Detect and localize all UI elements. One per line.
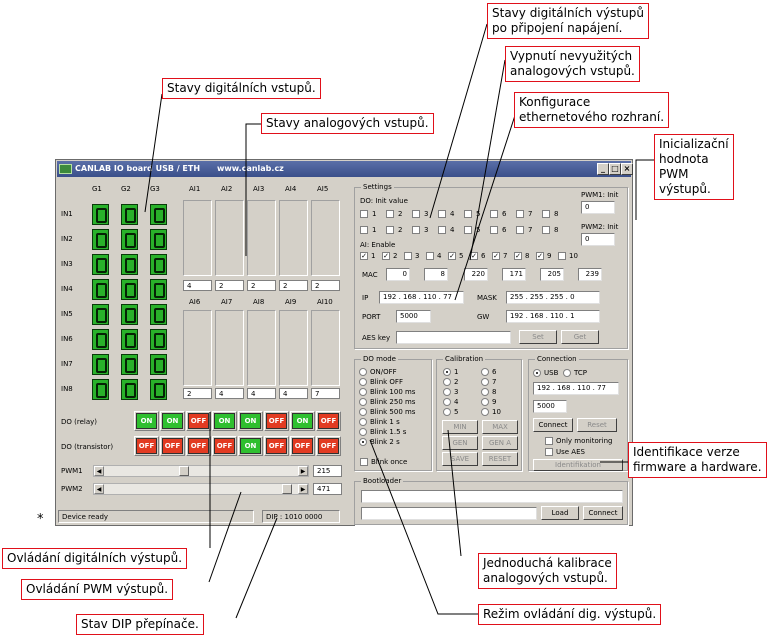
callout-init-pwm: Inicializační hodnota PWM výstupů. [654,134,734,200]
callout-analog-text: Stavy analogových vstupů. [266,116,429,130]
callout-dig-in: Stavy digitálních vstupů. [162,78,321,99]
callout-rezim-text: Režim ovládání dig. výstupů. [483,607,657,621]
callout-dig-init-text: Stavy digitálních výstupů po připojení n… [492,6,644,35]
callout-dig-out-text: Ovládání digitálních výstupů. [7,551,183,565]
line-eth [454,99,521,301]
callout-analog-off-text: Vypnutí nevyužitých analogových vstupů. [510,49,635,78]
line-analog [245,123,263,256]
callout-init-pwm-text: Inicializační hodnota PWM výstupů. [659,137,729,196]
line-dip [235,517,278,619]
callout-kalibrace: Jednoduchá kalibrace analogových vstupů. [478,553,617,589]
callout-dig-init: Stavy digitálních výstupů po připojení n… [487,3,649,39]
line-rezim [369,439,478,615]
callout-analog-off: Vypnutí nevyužitých analogových vstupů. [505,46,640,82]
callout-dip: Stav DIP přepínače. [76,614,204,635]
callout-identifikace: Identifikace verze firmware a hardware. [628,442,767,478]
callout-eth: Konfigurace ethernetového rozhraní. [514,92,670,128]
callout-rezim: Režim ovládání dig. výstupů. [478,604,662,625]
callout-identifikace-text: Identifikace verze firmware a hardware. [633,445,762,474]
callout-pwm-text: Ovládání PWM výstupů. [26,582,169,596]
callout-kalibrace-text: Jednoduchá kalibrace analogových vstupů. [483,556,612,585]
line-init-pwm [635,159,654,220]
callout-analog: Stavy analogových vstupů. [261,113,434,134]
callout-dig-out: Ovládání digitálních výstupů. [2,548,188,569]
line-analog-off [469,59,506,261]
line-dig-in [144,93,163,213]
callout-pwm: Ovládání PWM výstupů. [21,579,174,600]
callout-eth-text: Konfigurace ethernetového rozhraní. [519,95,665,124]
line-kalibrace [447,429,462,557]
line-dig-init [429,23,488,219]
callout-dig-in-text: Stavy digitálních vstupů. [167,81,316,95]
callout-dip-text: Stav DIP přepínače. [81,617,199,631]
line-pwm [208,491,242,583]
